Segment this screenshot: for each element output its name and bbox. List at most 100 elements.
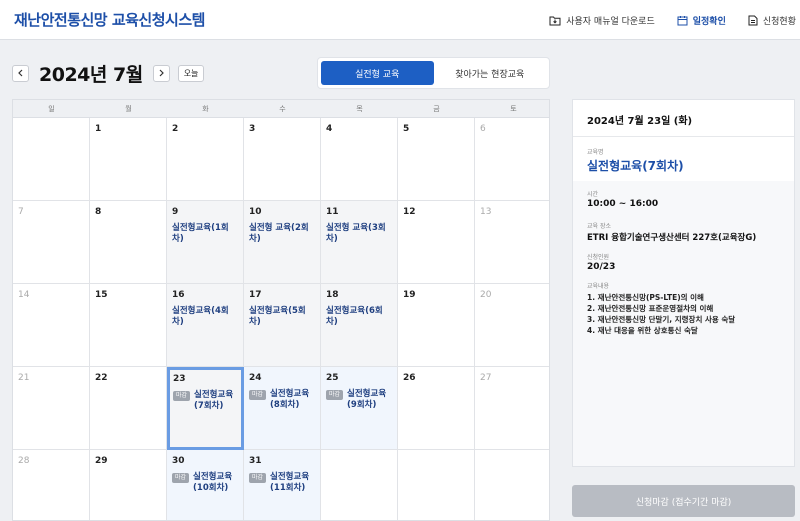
- day-number: 30: [172, 456, 185, 466]
- nav-schedule-label: 일정확인: [692, 16, 726, 27]
- calendar-day-6: 6: [475, 118, 549, 201]
- day-number: 9: [172, 207, 179, 217]
- calendar-event[interactable]: 실전형교육(5회차): [249, 306, 317, 328]
- calendar-day-16[interactable]: 16 실전형교육(4회차): [167, 284, 244, 367]
- chevron-left-icon: [18, 69, 23, 77]
- calendar-event[interactable]: 실전형 교육(2회차): [249, 223, 317, 245]
- closed-badge: 마감: [249, 473, 267, 483]
- app-header: 재난안전통신망 교육신청시스템 사용자 매뉴얼 다운로드 일정확인 신청현황: [0, 0, 800, 40]
- prev-month-button[interactable]: [12, 64, 29, 82]
- calendar-day-29: 29: [90, 450, 167, 520]
- calendar-day-19: 19: [398, 284, 475, 367]
- day-number: 22: [95, 373, 108, 383]
- folder-download-icon: [549, 16, 561, 25]
- calendar-day-27: 27: [475, 367, 549, 450]
- day-number: 24: [249, 373, 262, 383]
- weekday-thu: 목: [356, 105, 363, 113]
- calendar-day-26: 26: [398, 367, 475, 450]
- calendar-day-13: 13: [475, 201, 549, 284]
- time-label: 시간: [587, 191, 599, 198]
- weekday-tue: 화: [202, 105, 209, 113]
- calendar-day-14: 14: [13, 284, 90, 367]
- today-button[interactable]: 오늘: [177, 64, 205, 82]
- nav-schedule[interactable]: 일정확인: [677, 14, 726, 27]
- calendar-day-20: 20: [475, 284, 549, 367]
- calendar-day-9[interactable]: 9 실전형교육(1회차): [167, 201, 244, 284]
- calendar-day-2: 2: [167, 118, 244, 201]
- calendar-event[interactable]: 마감 실전형교육(11회차): [249, 472, 317, 494]
- calendar-event[interactable]: 마감 실전형교육(8회차): [249, 389, 317, 411]
- day-number: 4: [326, 124, 333, 134]
- chevron-right-icon: [159, 69, 164, 77]
- course-name-label: 교육명: [587, 149, 604, 156]
- day-number: 10: [249, 207, 262, 217]
- day-number: 19: [403, 290, 416, 300]
- closed-badge: 마감: [173, 391, 191, 401]
- calendar-day-empty: [398, 450, 475, 520]
- calendar-day-10[interactable]: 10 실전형 교육(2회차): [244, 201, 321, 284]
- day-number: 31: [249, 456, 262, 466]
- day-number: 17: [249, 290, 262, 300]
- calendar-day-12: 12: [398, 201, 475, 284]
- calendar-day-empty: [321, 450, 398, 520]
- calendar-day-28: 28: [13, 450, 90, 520]
- place-label: 교육 장소: [587, 223, 611, 230]
- nav-application-status[interactable]: 신청현황: [748, 14, 796, 27]
- calendar-event[interactable]: 마감 실전형교육(7회차): [173, 390, 238, 412]
- tab-onsite-training[interactable]: 찾아가는 현장교육: [434, 61, 547, 85]
- calendar-day-18[interactable]: 18 실전형교육(6회차): [321, 284, 398, 367]
- content-label: 교육내용: [587, 283, 610, 290]
- day-number: 12: [403, 207, 416, 217]
- calendar-event[interactable]: 실전형교육(6회차): [326, 306, 394, 328]
- content-item: 4. 재난 대응을 위한 상호통신 숙달: [587, 326, 698, 335]
- tab-practical-training[interactable]: 실전형 교육: [321, 61, 434, 85]
- calendar-event[interactable]: 마감 실전형교육(10회차): [172, 472, 240, 494]
- calendar-day-24[interactable]: 24 마감 실전형교육(8회차): [244, 367, 321, 450]
- event-title: 실전형교육(10회차): [193, 472, 233, 493]
- calendar-day-17[interactable]: 17 실전형교육(5회차): [244, 284, 321, 367]
- calendar-event[interactable]: 실전형교육(1회차): [172, 223, 240, 245]
- course-time: 10:00 ~ 16:00: [587, 199, 659, 209]
- calendar-day-31[interactable]: 31 마감 실전형교육(11회차): [244, 450, 321, 520]
- day-number: 1: [95, 124, 102, 134]
- calendar-day-25[interactable]: 25 마감 실전형교육(9회차): [321, 367, 398, 450]
- day-number: 14: [18, 290, 30, 300]
- apply-closed-button[interactable]: 신청마감 (접수기간 마감): [572, 485, 795, 517]
- weekday-sat: 토: [510, 105, 517, 113]
- content-item: 3. 재난안전통신망 단말기, 지령장치 사용 숙달: [587, 315, 736, 324]
- calendar-day-30[interactable]: 30 마감 실전형교육(10회차): [167, 450, 244, 520]
- calendar-event[interactable]: 실전형교육(4회차): [172, 306, 240, 328]
- day-number: 15: [95, 290, 108, 300]
- calendar-day-empty: [13, 118, 90, 201]
- program-tabs: 실전형 교육 찾아가는 현장교육: [317, 57, 550, 89]
- calendar-day-1: 1: [90, 118, 167, 201]
- app-title[interactable]: 재난안전통신망 교육신청시스템: [14, 9, 205, 30]
- calendar-day-5: 5: [398, 118, 475, 201]
- document-icon: [748, 15, 758, 25]
- calendar-event[interactable]: 마감 실전형교육(9회차): [326, 389, 394, 411]
- event-title: 실전형교육(5회차): [249, 306, 306, 327]
- current-month: 2024년 7월: [39, 63, 143, 86]
- course-place: ETRI 융합기술연구생산센터 227호(교육장G): [587, 233, 757, 243]
- calendar-day-11[interactable]: 11 실전형 교육(3회차): [321, 201, 398, 284]
- nav-manual-download[interactable]: 사용자 매뉴얼 다운로드: [549, 14, 655, 27]
- day-number: 8: [95, 207, 102, 217]
- day-number: 20: [480, 290, 492, 300]
- calendar-event[interactable]: 실전형 교육(3회차): [326, 223, 394, 245]
- closed-badge: 마감: [249, 390, 267, 400]
- content-item: 2. 재난안전통신망 표준운영절차의 이해: [587, 304, 714, 313]
- calendar-day-23[interactable]: 23 마감 실전형교육(7회차): [167, 367, 244, 450]
- calendar-day-empty: [475, 450, 549, 520]
- day-number: 7: [18, 207, 24, 217]
- calendar-day-8: 8: [90, 201, 167, 284]
- day-number: 29: [95, 456, 108, 466]
- applicants-label: 신청인원: [587, 254, 610, 261]
- calendar-day-15: 15: [90, 284, 167, 367]
- day-number: 5: [403, 124, 410, 134]
- event-title: 실전형교육(4회차): [172, 306, 229, 327]
- next-month-button[interactable]: [152, 64, 170, 82]
- event-title: 실전형 교육(3회차): [326, 223, 386, 244]
- calendar-day-21: 21: [13, 367, 90, 450]
- schedule-detail-panel: 2024년 7월 23일 (화) 교육명 실전형교육(7회차) 시간 10:00…: [572, 99, 795, 467]
- weekday-header: 일 월 화 수 목 금 토: [13, 100, 549, 118]
